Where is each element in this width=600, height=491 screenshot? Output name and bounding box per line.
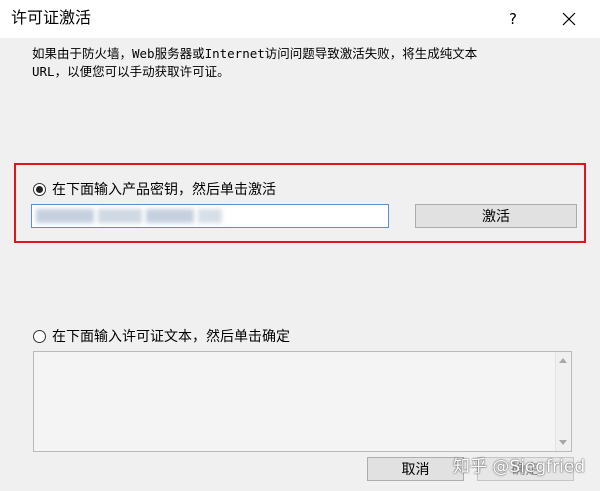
- description-line-1: 如果由于防火墙，Web服务器或Internet访问问题导致激活失败，将生成纯文本: [32, 46, 478, 61]
- blurred-product-key: [198, 209, 222, 223]
- product-key-label: 在下面输入产品密钥，然后单击激活: [52, 182, 276, 198]
- scroll-up-icon[interactable]: [559, 358, 567, 363]
- license-text-scrollbar[interactable]: [555, 352, 571, 451]
- title-bar: 许可证激活 ?: [0, 0, 600, 38]
- scroll-down-icon[interactable]: [559, 440, 567, 445]
- license-text-area[interactable]: [33, 351, 572, 452]
- license-text-radio[interactable]: [33, 329, 46, 343]
- close-button[interactable]: [546, 0, 592, 38]
- product-key-radio-option[interactable]: 在下面输入产品密钥，然后单击激活: [33, 179, 276, 199]
- highlight-box: [14, 163, 586, 243]
- license-text-label: 在下面输入许可证文本，然后单击确定: [52, 329, 290, 345]
- product-key-input[interactable]: [31, 204, 389, 228]
- description-line-2: URL，以便您可以手动获取许可证。: [32, 64, 230, 79]
- blurred-product-key: [146, 209, 194, 223]
- description-text: 如果由于防火墙，Web服务器或Internet访问问题导致激活失败，将生成纯文本…: [32, 45, 572, 81]
- blurred-product-key: [98, 209, 142, 223]
- close-icon: [562, 12, 576, 26]
- watermark-text: 知乎 @Siegfried: [453, 457, 586, 477]
- license-text-radio-option[interactable]: 在下面输入许可证文本，然后单击确定: [33, 326, 290, 346]
- cancel-button[interactable]: 取消: [367, 457, 464, 481]
- window-title: 许可证激活: [11, 8, 92, 27]
- help-button[interactable]: ?: [490, 0, 536, 38]
- blurred-product-key: [36, 209, 94, 223]
- product-key-radio[interactable]: [33, 182, 46, 196]
- activate-button[interactable]: 激活: [415, 204, 577, 228]
- radio-selected-dot: [36, 185, 43, 193]
